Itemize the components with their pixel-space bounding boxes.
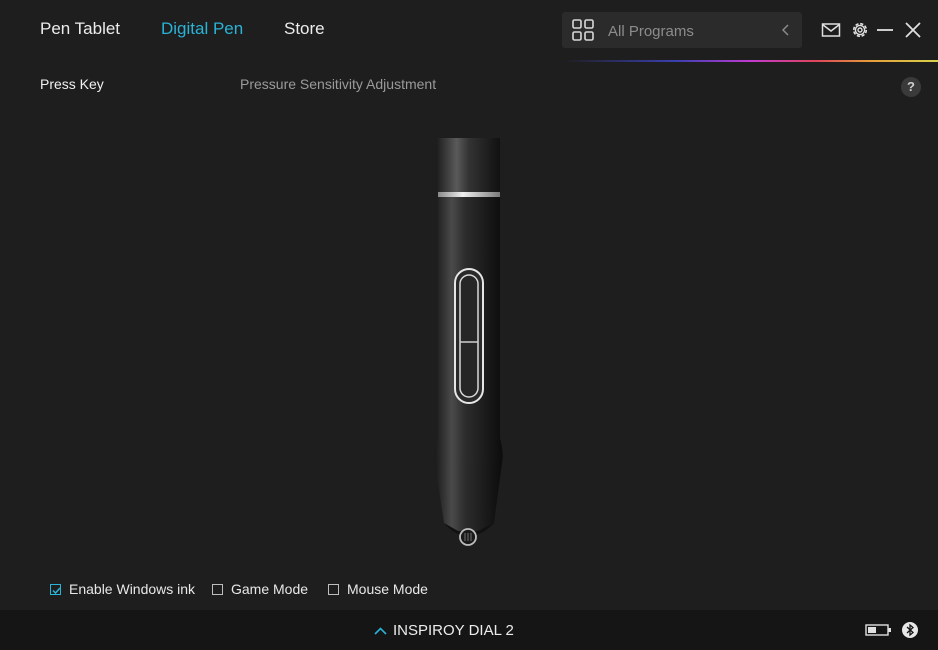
chevron-up-icon [374, 626, 387, 635]
grid-icon [572, 19, 594, 41]
gear-icon[interactable] [850, 20, 870, 40]
checkbox-unchecked-icon[interactable] [212, 583, 223, 595]
tab-store[interactable]: Store [284, 19, 325, 39]
chevron-left-icon[interactable] [778, 22, 794, 38]
accent-gradient-line [0, 60, 938, 62]
top-bar: Pen Tablet Digital Pen Store [0, 0, 938, 60]
subtab-pressure-sensitivity[interactable]: Pressure Sensitivity Adjustment [240, 76, 436, 92]
tab-digital-pen[interactable]: Digital Pen [161, 19, 243, 39]
game-mode-checkbox[interactable]: Game Mode [212, 581, 308, 597]
game-mode-label: Game Mode [231, 581, 309, 597]
bluetooth-icon [902, 622, 918, 638]
help-button[interactable]: ? [901, 77, 921, 97]
battery-icon [865, 624, 891, 636]
mouse-mode-label: Mouse Mode [347, 581, 428, 597]
digital-pen-image [434, 138, 503, 546]
enable-windows-ink-label: Enable Windows ink [69, 581, 196, 597]
checkbox-checked-icon[interactable] [50, 583, 61, 595]
enable-windows-ink-checkbox[interactable]: Enable Windows ink [50, 581, 195, 597]
device-name: INSPIROY DIAL 2 [393, 622, 514, 639]
program-selector[interactable] [562, 12, 802, 50]
subtab-press-key[interactable]: Press Key [40, 76, 104, 92]
minimize-icon[interactable] [875, 20, 895, 40]
device-selector[interactable]: INSPIROY DIAL 2 [374, 622, 514, 639]
bottom-bar: INSPIROY DIAL 2 [0, 610, 938, 650]
program-search-input[interactable] [606, 12, 760, 50]
checkbox-unchecked-icon[interactable] [328, 583, 339, 595]
mouse-mode-checkbox[interactable]: Mouse Mode [328, 581, 428, 597]
close-icon[interactable] [903, 20, 923, 40]
tab-pen-tablet[interactable]: Pen Tablet [40, 19, 120, 39]
mail-icon[interactable] [821, 20, 841, 40]
